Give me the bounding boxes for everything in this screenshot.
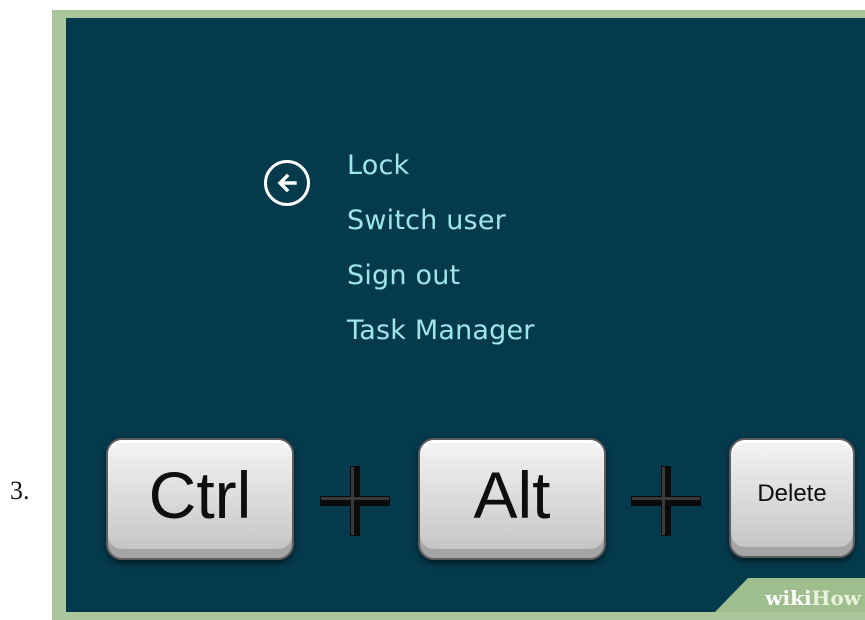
watermark-how: How xyxy=(811,586,861,610)
menu-item-lock[interactable]: Lock xyxy=(347,146,535,201)
wikihow-watermark: wiki How xyxy=(715,578,865,612)
menu-item-task-manager[interactable]: Task Manager xyxy=(347,311,535,366)
plus-icon xyxy=(320,466,390,536)
arrow-left-icon xyxy=(277,173,297,193)
alt-key: Alt xyxy=(418,438,606,560)
ctrl-key: Ctrl xyxy=(106,438,294,560)
watermark-wiki: wiki xyxy=(765,586,812,610)
security-options-menu: Lock Switch user Sign out Task Manager xyxy=(347,146,535,366)
delete-key: Delete xyxy=(729,438,855,558)
menu-item-switch-user[interactable]: Switch user xyxy=(347,201,535,256)
windows-security-screen: Lock Switch user Sign out Task Manager C… xyxy=(66,18,865,612)
plus-icon xyxy=(631,466,701,536)
step-number: 3. xyxy=(10,476,30,505)
back-button[interactable] xyxy=(264,160,310,206)
menu-item-sign-out[interactable]: Sign out xyxy=(347,256,535,311)
